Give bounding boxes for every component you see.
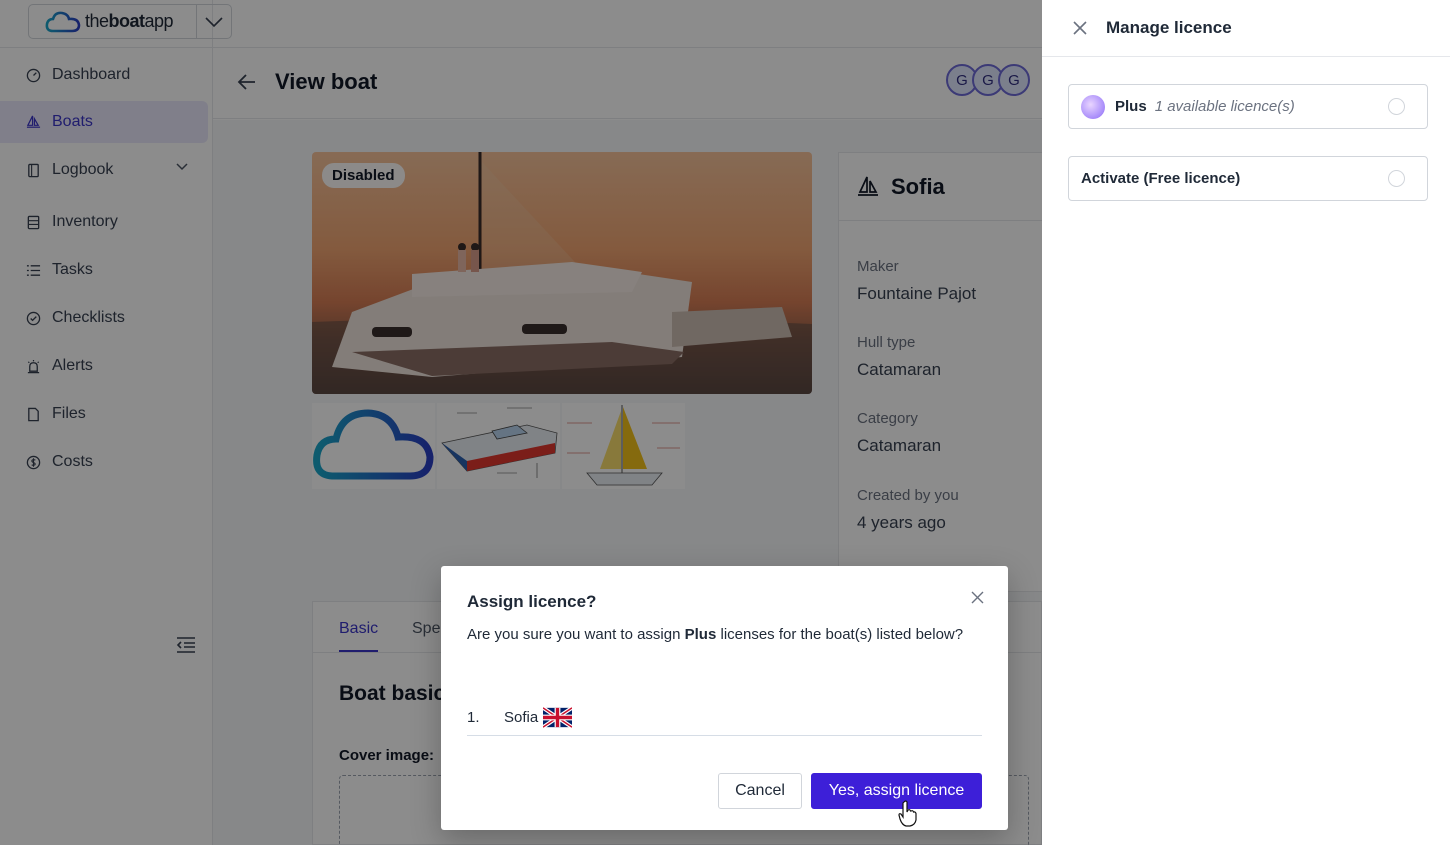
uk-flag-icon <box>543 706 573 728</box>
dialog-message: Are you sure you want to assign Plus lic… <box>467 626 964 643</box>
drawer-header: Manage licence <box>1042 0 1450 57</box>
plus-plan-icon <box>1081 94 1105 119</box>
close-icon[interactable] <box>1072 20 1088 36</box>
licence-option-free[interactable]: Activate (Free licence) <box>1068 156 1428 201</box>
hand-cursor-icon <box>898 800 917 827</box>
option-name: Activate (Free licence) <box>1081 170 1241 187</box>
close-icon[interactable] <box>971 591 984 604</box>
list-number: 1. <box>467 708 480 726</box>
cancel-button[interactable]: Cancel <box>718 773 802 809</box>
dialog-title: Assign licence? <box>467 592 597 611</box>
radio-button[interactable] <box>1388 98 1405 115</box>
manage-licence-drawer: Manage licence Plus 1 available licence(… <box>1042 0 1450 845</box>
option-subtitle: 1 available licence(s) <box>1154 98 1295 115</box>
radio-button[interactable] <box>1388 170 1405 187</box>
list-item: 1. Sofia <box>467 699 982 736</box>
option-name: Plus <box>1115 98 1147 115</box>
boat-name: Sofia <box>504 708 539 726</box>
licence-option-plus[interactable]: Plus 1 available licence(s) <box>1068 84 1428 129</box>
assign-licence-button[interactable]: Yes, assign licence <box>811 773 982 809</box>
drawer-title: Manage licence <box>1106 18 1232 37</box>
assign-licence-dialog: Assign licence? Are you sure you want to… <box>441 566 1008 830</box>
